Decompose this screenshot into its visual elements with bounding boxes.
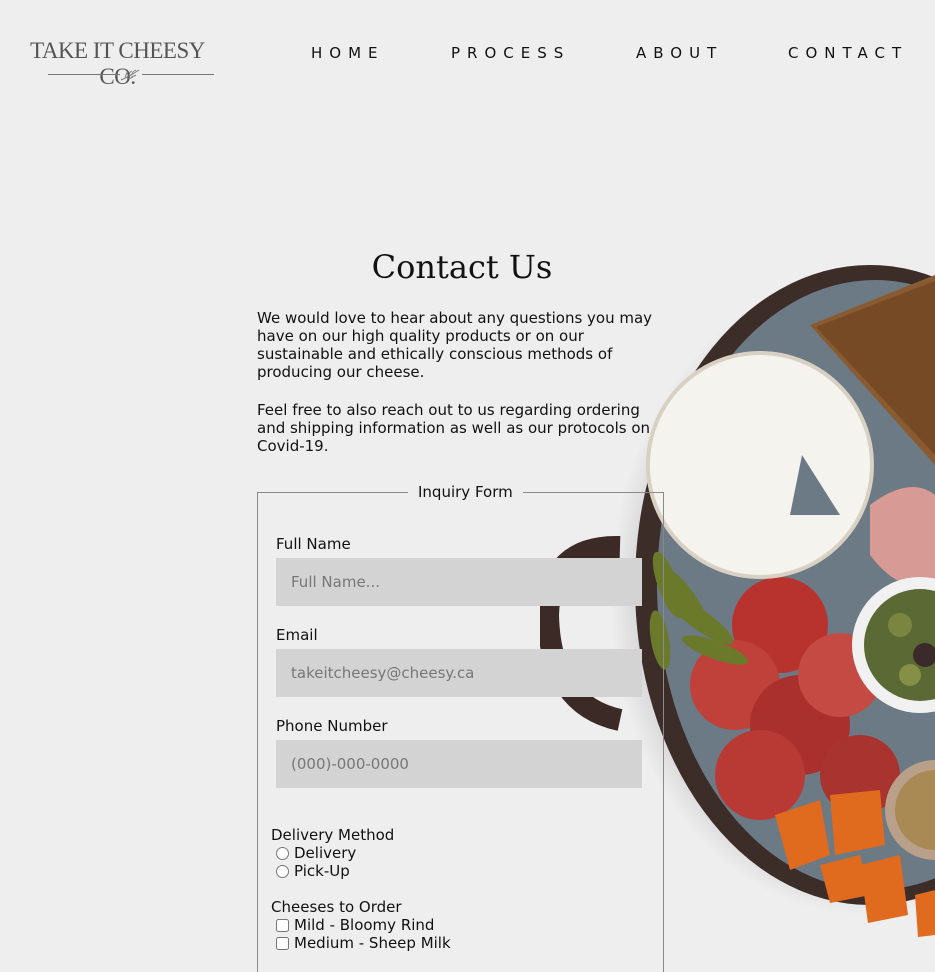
pickup-radio[interactable] xyxy=(276,864,289,878)
pickup-option-label: Pick-Up xyxy=(294,862,350,880)
main-nav: HOME PROCESS ABOUT CONTACT xyxy=(0,44,935,66)
nav-about[interactable]: ABOUT xyxy=(636,44,723,62)
phone-input[interactable] xyxy=(276,740,642,788)
nav-contact[interactable]: CONTACT xyxy=(788,44,908,62)
nav-process[interactable]: PROCESS xyxy=(451,44,570,62)
intro-paragraph-1: We would love to hear about any question… xyxy=(257,309,653,381)
delivery-radio[interactable] xyxy=(276,846,289,860)
cheese-option-mild[interactable]: Mild - Bloomy Rind xyxy=(276,916,434,934)
medium-sheep-milk-checkbox[interactable] xyxy=(276,936,289,950)
full-name-input[interactable] xyxy=(276,558,642,606)
mild-bloomy-rind-checkbox[interactable] xyxy=(276,918,289,932)
delivery-method-title: Delivery Method xyxy=(271,826,395,844)
phone-label: Phone Number xyxy=(276,717,388,735)
wheat-sprig-icon xyxy=(120,69,140,81)
full-name-label: Full Name xyxy=(276,535,351,553)
delivery-option[interactable]: Delivery xyxy=(276,844,356,862)
email-label: Email xyxy=(276,626,318,644)
medium-sheep-milk-label: Medium - Sheep Milk xyxy=(294,934,451,952)
logo-rule-right xyxy=(142,74,214,75)
nav-home[interactable]: HOME xyxy=(311,44,385,62)
pickup-option[interactable]: Pick-Up xyxy=(276,862,350,880)
email-input[interactable] xyxy=(276,649,642,697)
mild-bloomy-rind-label: Mild - Bloomy Rind xyxy=(294,916,435,934)
delivery-option-label: Delivery xyxy=(294,844,357,862)
intro-paragraph-2: Feel free to also reach out to us regard… xyxy=(257,401,651,455)
page-title: Contact Us xyxy=(371,248,553,286)
logo-rule-left xyxy=(48,74,120,75)
form-legend: Inquiry Form xyxy=(408,483,523,501)
cheeses-to-order-title: Cheeses to Order xyxy=(271,898,402,916)
cheese-option-medium[interactable]: Medium - Sheep Milk xyxy=(276,934,451,952)
